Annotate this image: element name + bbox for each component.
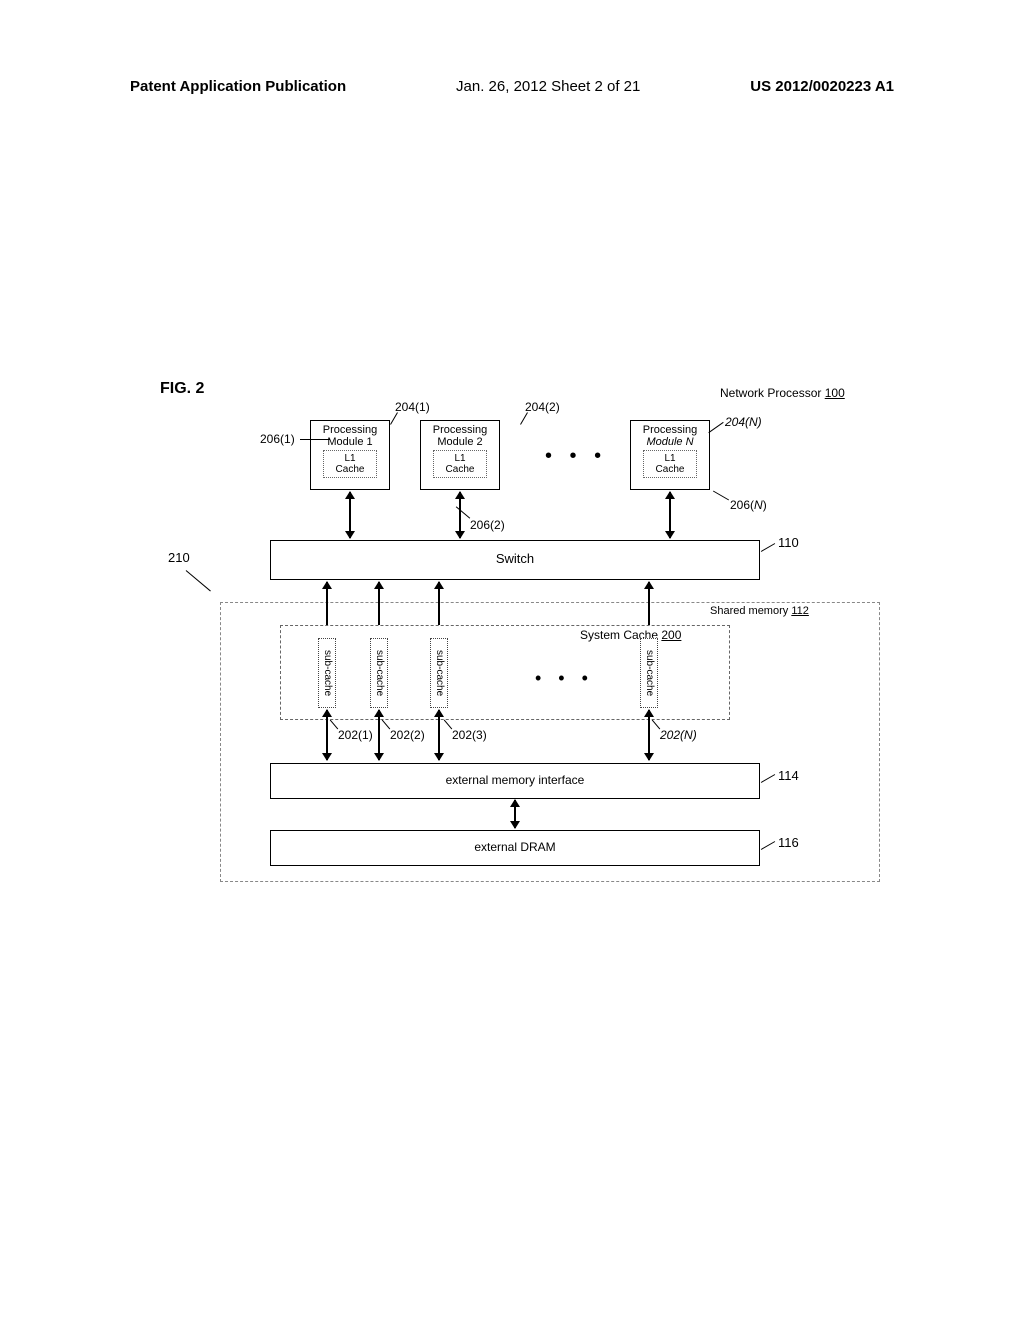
subcache-3: sub-cache bbox=[430, 638, 448, 708]
pmN-label-line1: Processing bbox=[631, 424, 709, 436]
processing-module-n-box: Processing Module N L1 Cache bbox=[630, 420, 710, 490]
ref-110: 110 bbox=[778, 535, 799, 550]
header-center: Jan. 26, 2012 Sheet 2 of 21 bbox=[456, 78, 640, 95]
ref-204-n: 204(N) bbox=[725, 415, 762, 429]
arrow-pm2-switch bbox=[459, 492, 461, 538]
ref-202-1: 202(1) bbox=[338, 728, 373, 742]
external-dram-box: external DRAM bbox=[270, 830, 760, 866]
ref-206-n: 206(N) bbox=[730, 498, 767, 512]
external-memory-interface-box: external memory interface bbox=[270, 763, 760, 799]
ref-204-1: 204(1) bbox=[395, 400, 430, 414]
pm2-label-line1: Processing bbox=[421, 424, 499, 436]
subcache-2: sub-cache bbox=[370, 638, 388, 708]
pm1-label-line1: Processing bbox=[311, 424, 389, 436]
pm-ellipsis: • • • bbox=[545, 445, 607, 468]
ref-206-1: 206(1) bbox=[260, 432, 295, 446]
arrow-sc2-emi bbox=[378, 710, 380, 760]
figure-2: FIG. 2 Network Processor 100 Processing … bbox=[140, 380, 900, 900]
pm1-l1-cache: L1 Cache bbox=[323, 450, 377, 478]
processing-module-1-box: Processing Module 1 L1 Cache bbox=[310, 420, 390, 490]
ref-202-3: 202(3) bbox=[452, 728, 487, 742]
switch-box: Switch bbox=[270, 540, 760, 580]
arrow-emi-dram bbox=[514, 800, 516, 828]
header-right: US 2012/0020223 A1 bbox=[750, 78, 894, 95]
page-header: Patent Application Publication Jan. 26, … bbox=[130, 78, 894, 95]
shared-memory-label: Shared memory 112 bbox=[710, 605, 809, 617]
ref-206-2: 206(2) bbox=[470, 518, 505, 532]
subcache-1: sub-cache bbox=[318, 638, 336, 708]
arrow-scN-emi bbox=[648, 710, 650, 760]
subcache-n: sub-cache bbox=[640, 638, 658, 708]
pm2-label-line2: Module 2 bbox=[421, 436, 499, 448]
ref-202-n: 202(N) bbox=[660, 728, 697, 742]
pm2-l1-cache: L1 Cache bbox=[433, 450, 487, 478]
pm1-label-line2: Module 1 bbox=[311, 436, 389, 448]
pmN-label-line2: Module N bbox=[631, 436, 709, 448]
subcache-ellipsis: • • • bbox=[535, 668, 594, 689]
network-processor-label: Network Processor 100 bbox=[720, 386, 845, 400]
arrow-sc1-emi bbox=[326, 710, 328, 760]
ref-210: 210 bbox=[168, 550, 190, 565]
system-cache-label: System Cache 200 bbox=[580, 628, 681, 642]
ref-116: 116 bbox=[778, 835, 799, 850]
header-left: Patent Application Publication bbox=[130, 78, 346, 95]
arrow-pmN-switch bbox=[669, 492, 671, 538]
ref-202-2: 202(2) bbox=[390, 728, 425, 742]
ref-114: 114 bbox=[778, 768, 799, 783]
ref-204-2: 204(2) bbox=[525, 400, 560, 414]
arrow-sc3-emi bbox=[438, 710, 440, 760]
pmN-l1-cache: L1 Cache bbox=[643, 450, 697, 478]
arrow-pm1-switch bbox=[349, 492, 351, 538]
processing-module-2-box: Processing Module 2 L1 Cache bbox=[420, 420, 500, 490]
ref-210-leader bbox=[186, 570, 211, 591]
figure-label: FIG. 2 bbox=[160, 380, 204, 398]
